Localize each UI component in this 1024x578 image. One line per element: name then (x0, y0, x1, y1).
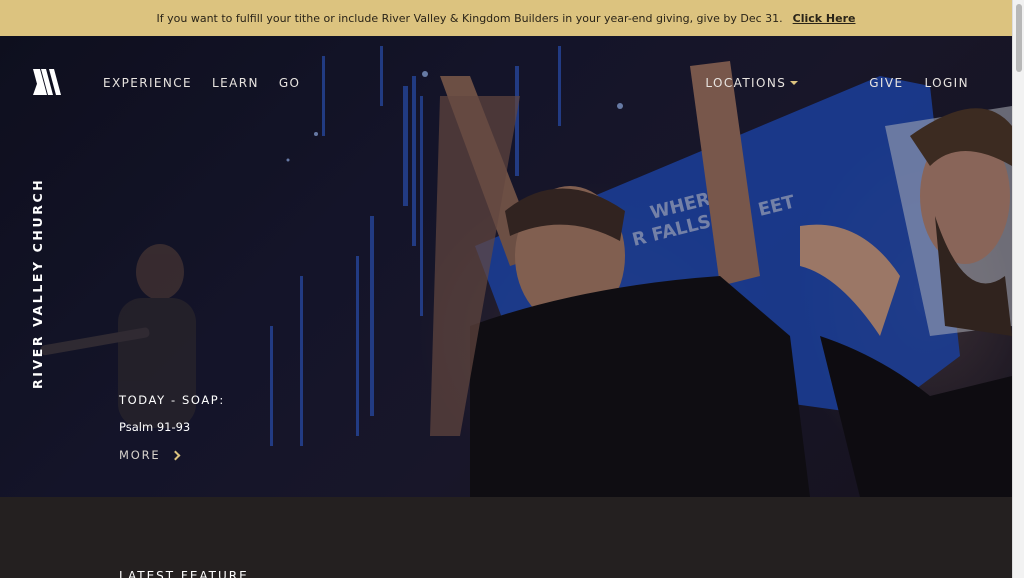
caret-down-icon (790, 81, 799, 85)
lower-section: LATEST FEATURE (0, 497, 1012, 578)
more-label: MORE (119, 448, 161, 462)
nav-locations-label: LOCATIONS (705, 76, 787, 90)
nav-give[interactable]: GIVE (869, 76, 903, 90)
nav-go[interactable]: GO (279, 76, 301, 90)
nav-locations[interactable]: LOCATIONS (705, 76, 799, 90)
river-valley-logo-icon[interactable] (31, 69, 63, 95)
announcement-text: If you want to fulfill your tithe or inc… (156, 11, 783, 25)
scrollbar-thumb[interactable] (1016, 4, 1022, 72)
section-title-latest-feature: LATEST FEATURE (119, 569, 249, 578)
primary-nav: EXPERIENCE LEARN GO (103, 76, 300, 90)
soap-reference: Psalm 91-93 (119, 420, 191, 434)
soap-panel: TODAY - SOAP: Psalm 91-93 MORE (119, 393, 225, 462)
nav-experience[interactable]: EXPERIENCE (103, 76, 192, 90)
secondary-nav: LOCATIONS GIVE LOGIN (705, 76, 969, 90)
nav-login[interactable]: LOGIN (924, 76, 969, 90)
soap-label: TODAY - SOAP: (119, 393, 225, 407)
chevron-right-icon (170, 450, 181, 460)
page-scrollbar[interactable] (1012, 0, 1024, 578)
vertical-church-title: RIVER VALLEY CHURCH (30, 177, 45, 389)
nav-learn[interactable]: LEARN (212, 76, 259, 90)
announcement-bar: If you want to fulfill your tithe or inc… (0, 0, 1012, 36)
more-link[interactable]: MORE (119, 448, 225, 462)
announcement-link[interactable]: Click Here (793, 12, 856, 25)
top-navigation: EXPERIENCE LEARN GO LOCATIONS GIVE LOGIN (0, 36, 1012, 128)
